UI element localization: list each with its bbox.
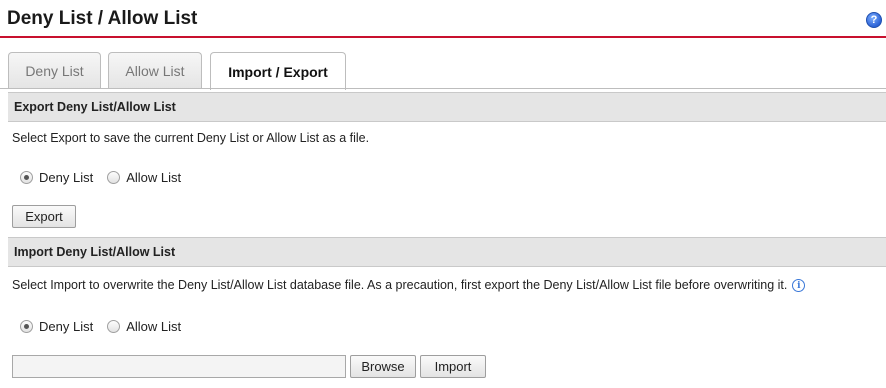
export-description: Select Export to save the current Deny L…: [12, 131, 370, 145]
page-header: Deny List / Allow List ?: [0, 0, 886, 38]
import-section-heading: Import Deny List/Allow List: [8, 237, 886, 267]
import-description: Select Import to overwrite the Deny List…: [12, 278, 788, 292]
import-deny-list-radio[interactable]: [20, 320, 33, 333]
tab-bar: Deny List Allow List Import / Export: [0, 52, 886, 90]
export-button[interactable]: Export: [12, 205, 76, 228]
question-mark-icon[interactable]: ?: [866, 12, 882, 28]
export-deny-list-radio[interactable]: [20, 171, 33, 184]
import-button[interactable]: Import: [420, 355, 486, 378]
file-path-input[interactable]: [12, 355, 346, 378]
import-description-row: Select Import to overwrite the Deny List…: [12, 278, 806, 293]
export-allow-list-label[interactable]: Allow List: [126, 170, 181, 185]
import-allow-list-radio[interactable]: [107, 320, 121, 333]
tab-divider: [0, 88, 886, 89]
export-list-choice: Deny List Allow List: [20, 170, 195, 185]
export-allow-list-radio[interactable]: [107, 171, 121, 184]
tab-import-export[interactable]: Import / Export: [210, 52, 346, 90]
import-list-choice: Deny List Allow List: [20, 319, 195, 334]
export-section-heading: Export Deny List/Allow List: [8, 92, 886, 122]
tab-deny-list[interactable]: Deny List: [8, 52, 101, 89]
browse-button[interactable]: Browse: [350, 355, 416, 378]
page-title: Deny List / Allow List: [7, 8, 198, 29]
export-deny-list-label[interactable]: Deny List: [39, 170, 93, 185]
import-deny-list-label[interactable]: Deny List: [39, 319, 93, 334]
import-allow-list-label[interactable]: Allow List: [126, 319, 181, 334]
info-icon[interactable]: i: [792, 279, 806, 293]
tab-allow-list[interactable]: Allow List: [108, 52, 202, 89]
